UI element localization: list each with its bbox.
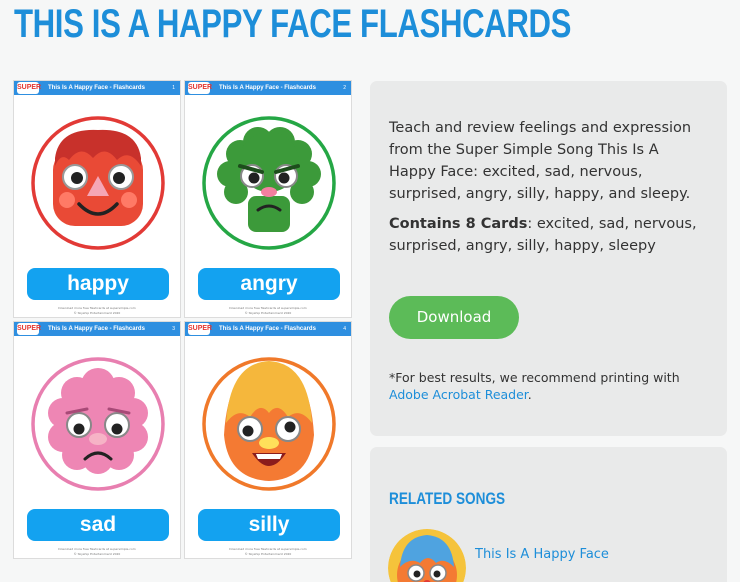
card-header-text: This Is A Happy Face - Flashcards xyxy=(219,326,316,332)
card-header-text: This Is A Happy Face - Flashcards xyxy=(48,326,145,332)
card-number: 4 xyxy=(343,326,346,332)
super-simple-logo: SUPER xyxy=(188,323,212,335)
card-header: SUPER This Is A Happy Face - Flashcards … xyxy=(185,322,351,336)
card-word-label: sad xyxy=(27,509,169,541)
flashcard-angry: SUPER This Is A Happy Face - Flashcards … xyxy=(184,80,352,318)
card-footer: Download more free flashcards at supersi… xyxy=(58,547,136,556)
related-song-link[interactable]: This Is A Happy Face xyxy=(475,547,609,562)
printing-note: *For best results, we recommend printing… xyxy=(389,369,709,403)
flashcard-sad: SUPER This Is A Happy Face - Flashcards … xyxy=(13,321,181,559)
card-header-text: This Is A Happy Face - Flashcards xyxy=(219,85,316,91)
flashcard-silly: SUPER This Is A Happy Face - Flashcards … xyxy=(184,321,352,559)
card-footer: Download more free flashcards at supersi… xyxy=(58,306,136,315)
card-header: SUPER This Is A Happy Face - Flashcards … xyxy=(185,81,351,95)
adobe-acrobat-link[interactable]: Adobe Acrobat Reader xyxy=(389,387,528,402)
card-footer: Download more free flashcards at supersi… xyxy=(229,547,307,556)
sad-face-icon xyxy=(31,357,165,491)
card-word-label: angry xyxy=(198,268,340,300)
silly-face-icon xyxy=(202,357,336,491)
card-word-label: silly xyxy=(198,509,340,541)
happy-face-icon xyxy=(31,116,165,250)
card-header-text: This Is A Happy Face - Flashcards xyxy=(48,85,145,91)
card-word-label: happy xyxy=(27,268,169,300)
related-songs-heading: RELATED SONGS xyxy=(389,489,506,508)
card-number: 1 xyxy=(172,85,175,91)
description-text: Teach and review feelings and expression… xyxy=(389,120,692,202)
flashcard-happy: SUPER This Is A Happy Face - Flashcards … xyxy=(13,80,181,318)
contains-text: Contains 8 Cards: excited, sad, nervous,… xyxy=(389,213,709,257)
card-number: 2 xyxy=(343,85,346,91)
note-suffix: . xyxy=(527,387,532,402)
download-button[interactable]: Download xyxy=(389,296,519,339)
related-songs-panel: RELATED SONGS This Is A Happy Face xyxy=(370,447,727,582)
contains-label: Contains 8 Cards xyxy=(389,216,528,232)
super-simple-logo: SUPER xyxy=(188,82,212,94)
card-header: SUPER This Is A Happy Face - Flashcards … xyxy=(14,81,180,95)
page-title: THIS IS A HAPPY FACE FLASHCARDS xyxy=(14,2,572,46)
super-simple-logo: SUPER xyxy=(17,323,41,335)
card-number: 3 xyxy=(172,326,175,332)
card-header: SUPER This Is A Happy Face - Flashcards … xyxy=(14,322,180,336)
info-panel: Teach and review feelings and expression… xyxy=(370,81,727,436)
happy-face-thumbnail-icon[interactable] xyxy=(388,529,466,582)
super-simple-logo: SUPER xyxy=(17,82,41,94)
angry-face-icon xyxy=(202,116,336,250)
flashcard-preview[interactable]: SUPER This Is A Happy Face - Flashcards … xyxy=(13,80,352,559)
card-footer: Download more free flashcards at supersi… xyxy=(229,306,307,315)
note-text: *For best results, we recommend printing… xyxy=(389,370,680,385)
